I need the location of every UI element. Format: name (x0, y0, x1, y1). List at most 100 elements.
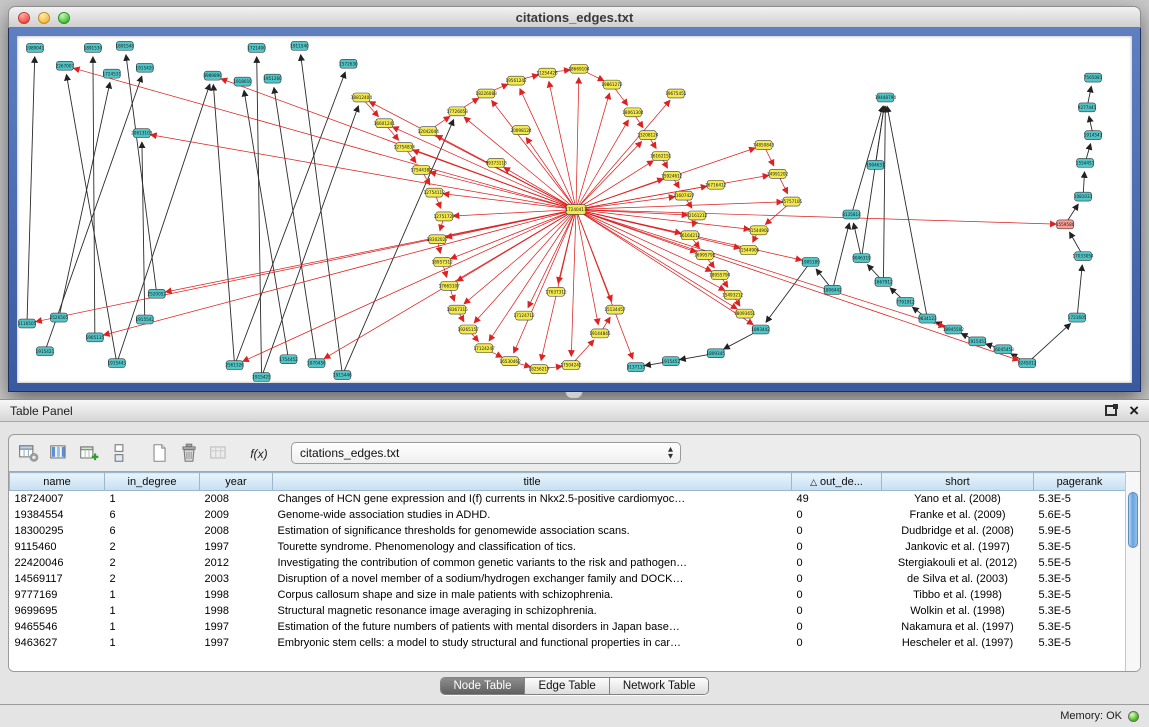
network-edge[interactable] (342, 120, 453, 376)
network-node[interactable]: 1554451 (1076, 158, 1095, 167)
network-node[interactable]: 15134457 (604, 305, 626, 314)
network-node[interactable]: 18812404 (351, 93, 373, 102)
network-node[interactable]: 1806442 (823, 285, 842, 294)
network-node[interactable]: 16045458 (993, 345, 1015, 354)
network-node[interactable]: 19265157 (458, 325, 480, 334)
network-node[interactable]: 18226088 (476, 89, 498, 98)
network-node[interactable]: 18061304 (622, 108, 644, 117)
network-node[interactable]: 13208124 (637, 131, 659, 140)
column-header-in-degree[interactable]: in_degree (105, 473, 200, 491)
network-node[interactable]: 16530462 (500, 357, 522, 366)
column-header-pagerank[interactable]: pagerank (1034, 473, 1126, 491)
column-header-out-de[interactable]: △out_de... (792, 473, 882, 491)
network-edge[interactable] (576, 210, 737, 309)
column-header-year[interactable]: year (200, 473, 273, 491)
table-mode-button[interactable] (105, 440, 132, 467)
network-edge[interactable] (301, 55, 343, 375)
network-node[interactable]: 1893442 (751, 325, 770, 334)
network-node[interactable]: 1809345 (706, 349, 725, 358)
network-edge[interactable] (213, 85, 234, 366)
network-edge[interactable] (262, 106, 359, 377)
network-node[interactable]: 20098124 (510, 126, 532, 135)
network-edge[interactable] (576, 210, 598, 325)
network-node[interactable]: 1911540 (290, 41, 309, 50)
table-selector[interactable]: citations_edges.txt ▲▼ (291, 442, 681, 464)
window-titlebar[interactable]: citations_edges.txt (8, 6, 1141, 28)
splitter-handle[interactable] (565, 392, 583, 399)
network-edge[interactable] (453, 210, 576, 216)
table-row[interactable]: 2242004622012Investigating the contribut… (10, 555, 1126, 571)
float-panel-icon[interactable] (1105, 405, 1117, 416)
table-scrollbar-thumb[interactable] (1128, 492, 1138, 548)
table-row[interactable]: 969969511998Structural magnetic resonanc… (10, 603, 1126, 619)
network-node[interactable]: 1915420 (135, 63, 154, 72)
network-node[interactable]: 17124712 (513, 311, 535, 320)
network-edge[interactable] (558, 210, 576, 284)
network-edge[interactable] (166, 210, 576, 293)
network-node[interactable]: 9277441 (1078, 103, 1097, 112)
network-node[interactable]: 2267007 (56, 61, 75, 70)
network-node[interactable]: 18955794 (709, 270, 731, 279)
network-edge[interactable] (474, 210, 576, 323)
network-node[interactable]: 8135814 (842, 210, 861, 219)
network-node[interactable]: 18669104 (568, 64, 590, 73)
network-edge[interactable] (235, 72, 346, 365)
import-table-button[interactable] (205, 440, 232, 467)
network-node[interactable]: 17033054 (1072, 252, 1094, 261)
network-node[interactable]: 11544906 (738, 246, 760, 255)
network-edge[interactable] (451, 210, 576, 259)
network-edge[interactable] (1077, 265, 1082, 318)
network-node[interactable]: 74850843 (753, 141, 775, 150)
network-edge[interactable] (766, 262, 811, 322)
close-window-button[interactable] (18, 12, 30, 24)
network-node[interactable]: 17665107 (439, 281, 461, 290)
network-node[interactable]: 7791912 (896, 297, 915, 306)
network-edge[interactable] (1027, 324, 1070, 364)
network-node[interactable]: 2526505 (50, 313, 69, 322)
network-node[interactable]: 91544902 (748, 226, 770, 235)
network-edge[interactable] (833, 223, 850, 290)
network-node[interactable]: 12042044 (418, 127, 440, 136)
network-edge[interactable] (36, 210, 576, 322)
network-edge[interactable] (257, 57, 262, 377)
network-node[interactable]: 12754834 (394, 143, 416, 152)
network-node[interactable]: 1724531 (103, 69, 122, 78)
table-row[interactable]: 946554611997Estimation of the future num… (10, 619, 1126, 635)
network-node[interactable]: 11254428 (536, 68, 558, 77)
network-node[interactable]: 1721605 (1068, 313, 1087, 322)
network-node[interactable]: 1754452 (279, 355, 298, 364)
network-node[interactable]: 1918010 (233, 77, 252, 86)
delete-table-button[interactable] (175, 440, 202, 467)
table-scrollbar-track[interactable] (1125, 472, 1140, 671)
network-edge[interactable] (520, 89, 576, 210)
network-node[interactable]: 1891530 (84, 43, 103, 52)
network-node[interactable]: 15493212 (722, 290, 744, 299)
network-node[interactable]: 12751727 (434, 212, 456, 221)
network-node[interactable]: 17124247 (474, 344, 496, 353)
network-edge[interactable] (576, 210, 1056, 225)
network-node[interactable]: 14991202 (767, 169, 789, 178)
network-edge[interactable] (436, 135, 576, 209)
network-node[interactable]: 16716412 (705, 180, 727, 189)
network-svg[interactable]: 1881240416601241127548341754438212754112… (17, 36, 1132, 383)
network-node[interactable]: 17544382 (411, 165, 433, 174)
new-document-button[interactable] (145, 440, 172, 467)
network-node[interactable]: 19144845 (589, 329, 611, 338)
column-header-name[interactable]: name (10, 473, 105, 491)
network-edge[interactable] (576, 120, 628, 209)
network-node[interactable]: 19675451 (665, 89, 687, 98)
network-node[interactable]: 1915453 (968, 337, 987, 346)
network-node[interactable]: 18302027 (427, 235, 449, 244)
network-node[interactable]: 16162151 (650, 152, 672, 161)
table-row[interactable]: 946362711997Embryonic stem cells: a mode… (10, 635, 1126, 651)
minimize-window-button[interactable] (38, 12, 50, 24)
network-node[interactable]: 18945502 (943, 325, 965, 334)
network-node[interactable]: 32161212 (686, 211, 708, 220)
network-node[interactable]: 1891548 (116, 41, 135, 50)
network-hub-node[interactable]: 17240411 (565, 205, 587, 215)
network-node[interactable]: 1904631 (866, 160, 885, 169)
network-node[interactable]: 1116505 (18, 319, 37, 328)
network-edge[interactable] (492, 101, 576, 210)
network-node[interactable]: 1915542 (135, 315, 154, 324)
network-node[interactable]: 1989041 (26, 43, 45, 52)
